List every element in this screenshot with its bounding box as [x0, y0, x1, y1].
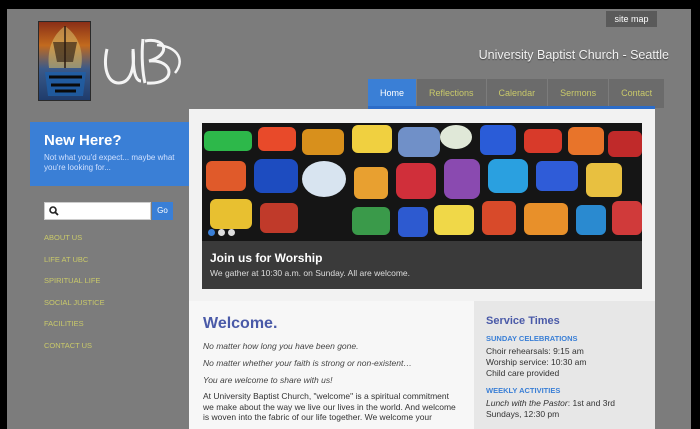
new-here-panel[interactable]: New Here? Not what you'd expect... maybe… — [30, 122, 189, 186]
weekly-heading: WEEKLY ACTIVITIES — [486, 386, 561, 395]
search-go-button[interactable]: Go — [152, 202, 173, 220]
sidebar-item-life-at-ubc[interactable]: LIFE AT UBC — [44, 255, 105, 277]
welcome-body: At University Baptist Church, "welcome" … — [203, 391, 456, 422]
childcare-note: Child care provided — [486, 368, 560, 378]
sidebar-links: ABOUT US LIFE AT UBC SPIRITUAL LIFE SOCI… — [44, 233, 105, 362]
welcome-line-3: You are welcome to share with us! — [203, 375, 333, 385]
service-times-panel: Service Times SUNDAY CELEBRATIONS Choir … — [474, 301, 655, 429]
slider-dot-3[interactable] — [228, 229, 235, 236]
new-here-text: Not what you'd expect... maybe what you'… — [44, 153, 175, 172]
ubc-script-logo[interactable] — [99, 33, 189, 93]
search-icon — [49, 206, 59, 216]
tab-reflections[interactable]: Reflections — [417, 79, 487, 108]
welcome-line-1: No matter how long you have been gone. — [203, 341, 359, 351]
tab-sermons[interactable]: Sermons — [548, 79, 610, 108]
welcome-line-2: No matter whether your faith is strong o… — [203, 358, 412, 368]
browser-frame: site map University Baptist Church - Sea… — [0, 0, 700, 429]
slider-text: We gather at 10:30 a.m. on Sunday. All a… — [210, 268, 411, 278]
stained-glass-image[interactable] — [202, 123, 642, 241]
lunch-label: Lunch with the Pastor — [486, 398, 568, 408]
tab-home[interactable]: Home — [368, 79, 418, 108]
sidebar-item-contact-us[interactable]: CONTACT US — [44, 341, 105, 363]
main-nav: Home Reflections Calendar Sermons Contac… — [368, 79, 666, 108]
site-map-link[interactable]: site map — [606, 11, 657, 27]
sidebar-item-facilities[interactable]: FACILITIES — [44, 319, 105, 341]
slider-dots — [208, 229, 235, 236]
search-box — [44, 202, 151, 220]
lunch-time: Sundays, 12:30 pm — [486, 409, 560, 419]
sidebar-item-spiritual-life[interactable]: SPIRITUAL LIFE — [44, 276, 105, 298]
site-container: site map University Baptist Church - Sea… — [7, 9, 691, 429]
lunch-line: Lunch with the Pastor: 1st and 3rd — [486, 398, 643, 409]
search-input[interactable] — [63, 203, 149, 219]
welcome-title: Welcome. — [203, 315, 278, 332]
tab-contact[interactable]: Contact — [609, 79, 666, 108]
new-here-title: New Here? — [44, 132, 122, 149]
sidebar-item-about-us[interactable]: ABOUT US — [44, 233, 105, 255]
stained-glass-logo[interactable] — [38, 21, 91, 101]
choir-time: Choir rehearsals: 9:15 am — [486, 346, 584, 356]
worship-time: Worship service: 10:30 am — [486, 357, 587, 367]
sidebar-item-social-justice[interactable]: SOCIAL JUSTICE — [44, 298, 105, 320]
main-content: Join us for Worship We gather at 10:30 a… — [189, 109, 655, 429]
slider-dot-2[interactable] — [218, 229, 225, 236]
sunday-heading: SUNDAY CELEBRATIONS — [486, 334, 578, 343]
hero-slider: Join us for Worship We gather at 10:30 a… — [202, 123, 642, 289]
slider-caption: Join us for Worship We gather at 10:30 a… — [202, 241, 642, 289]
service-times-title: Service Times — [486, 315, 560, 327]
tab-calendar[interactable]: Calendar — [486, 79, 549, 108]
welcome-section: Welcome. No matter how long you have bee… — [189, 301, 474, 429]
lunch-text: : 1st and 3rd — [567, 398, 616, 408]
slider-title[interactable]: Join us for Worship — [210, 251, 634, 265]
slider-dot-1[interactable] — [208, 229, 215, 236]
church-name: University Baptist Church - Seattle — [478, 48, 669, 62]
